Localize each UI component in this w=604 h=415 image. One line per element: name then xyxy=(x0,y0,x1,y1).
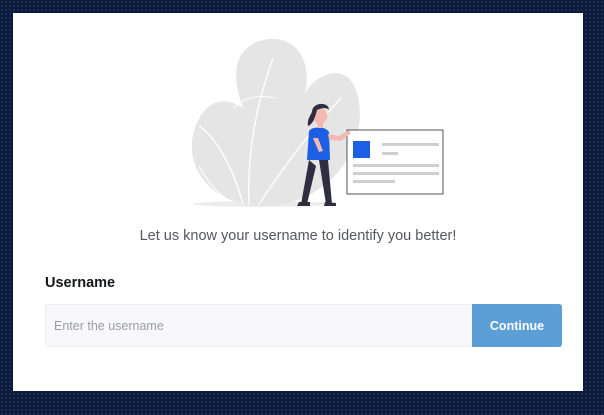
leaf-decoration xyxy=(191,38,360,206)
identify-prompt-text: Let us know your username to identify yo… xyxy=(139,228,457,244)
woman-presenting-card-illustration xyxy=(191,38,444,207)
identify-card: Let us know your username to identify yo… xyxy=(13,13,583,391)
profile-card-icon xyxy=(346,129,444,195)
continue-button[interactable]: Continue xyxy=(472,304,562,347)
username-form: Continue xyxy=(45,304,562,347)
username-input[interactable] xyxy=(45,304,472,347)
username-label: Username xyxy=(45,275,116,291)
